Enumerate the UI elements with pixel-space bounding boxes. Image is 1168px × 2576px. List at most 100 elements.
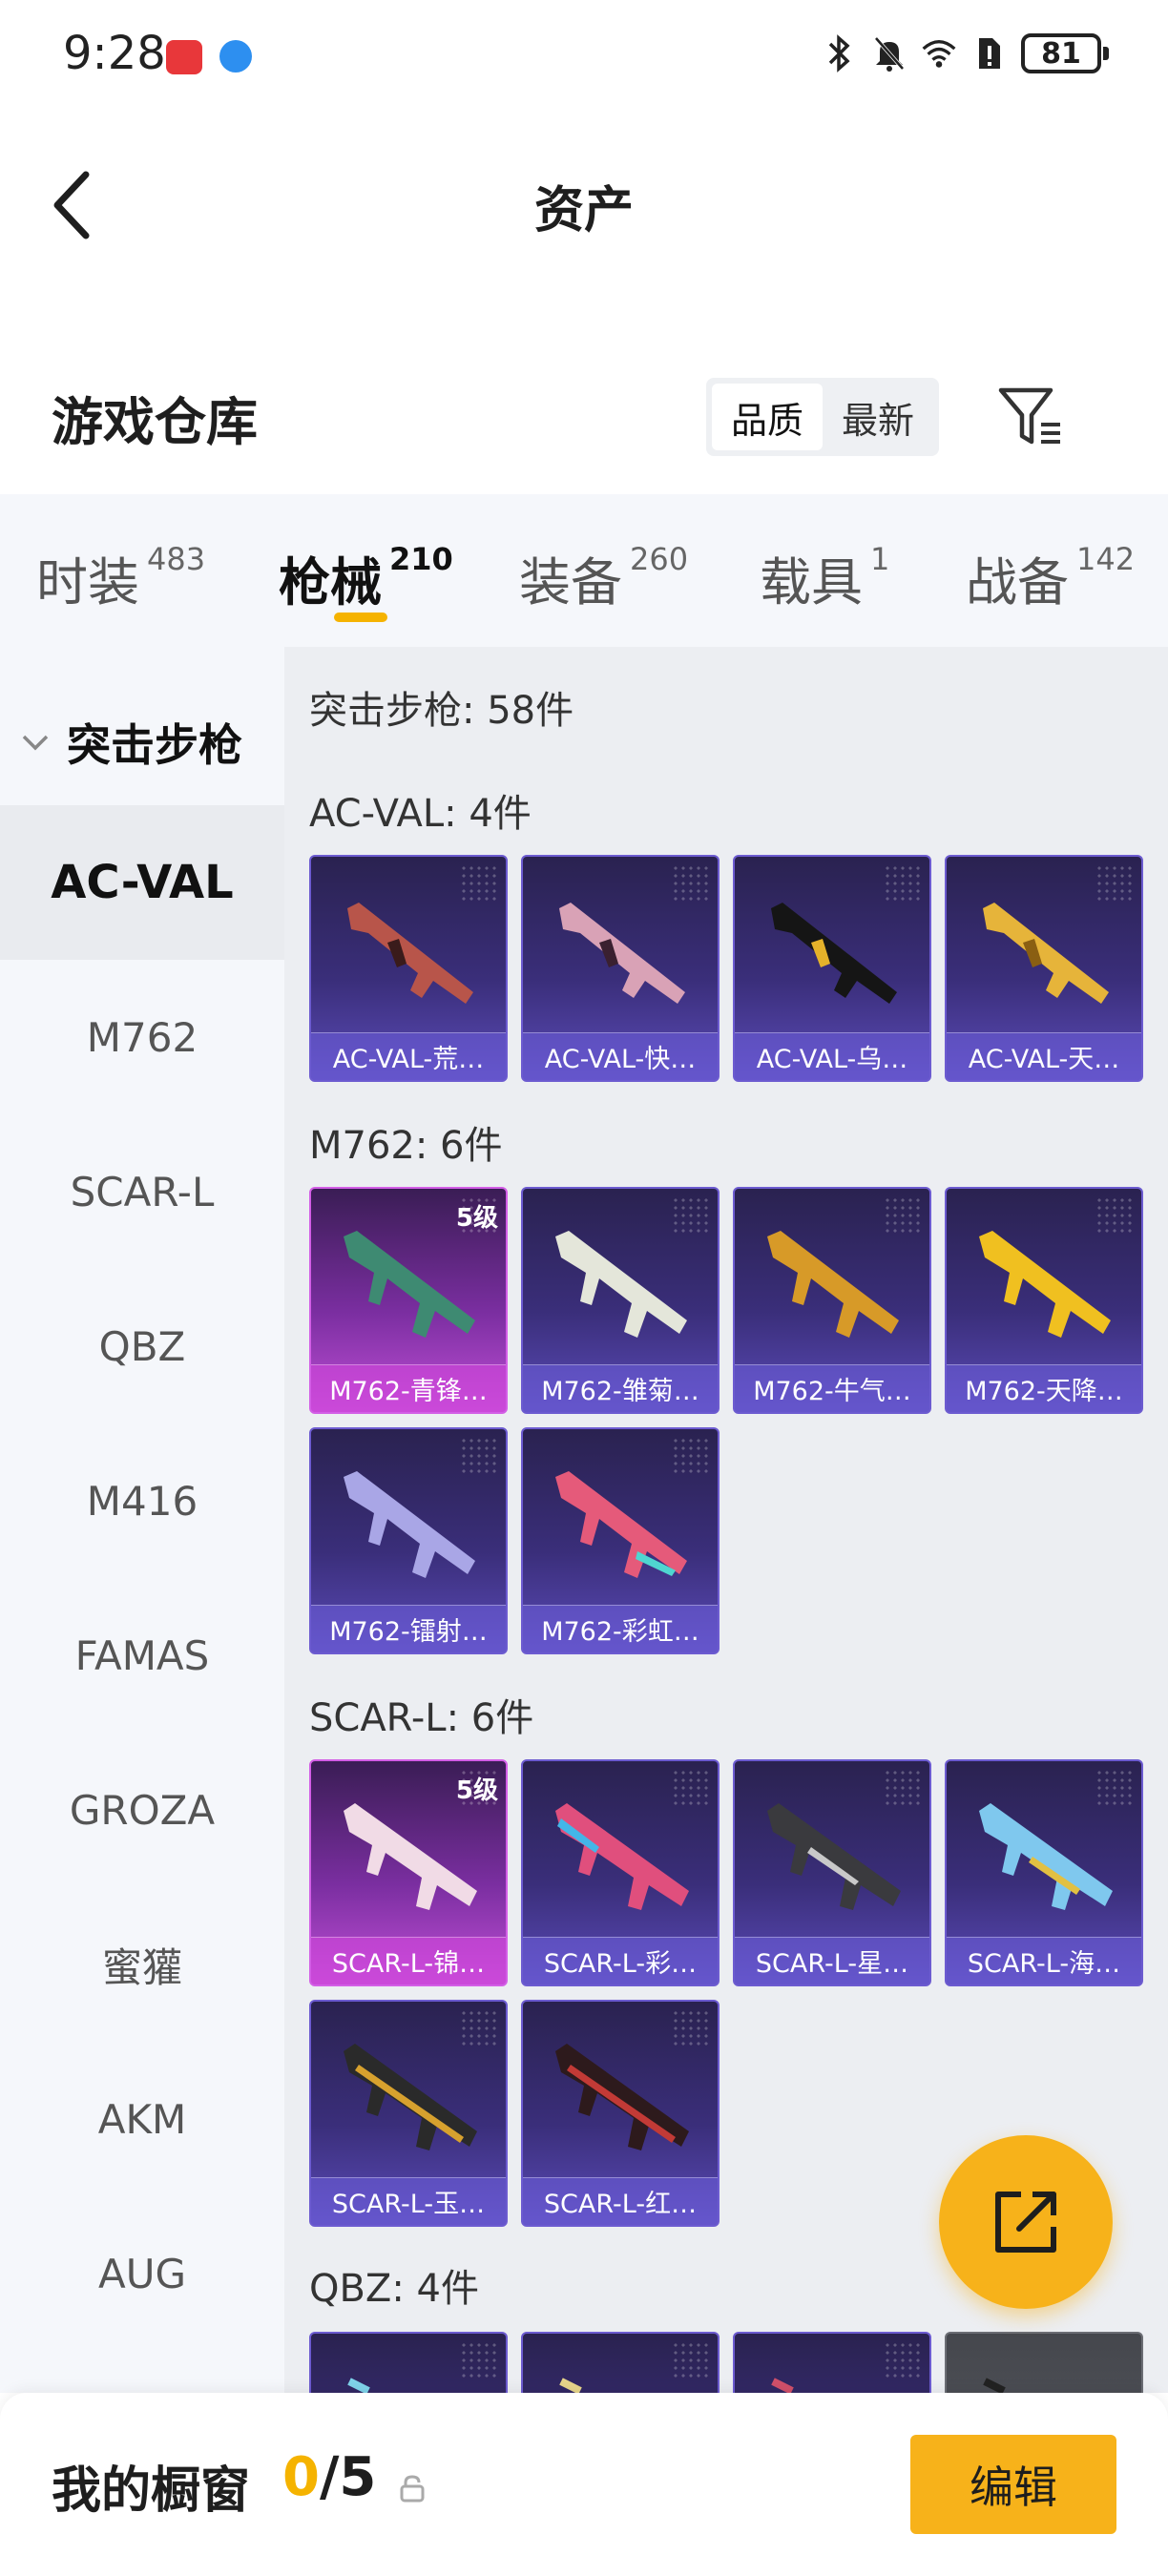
- sidebar-category-assault-rifle[interactable]: 突击步枪: [0, 695, 284, 790]
- sidebar-item-aug[interactable]: AUG: [0, 2196, 284, 2351]
- sidebar-item-akm[interactable]: AKM: [0, 2042, 284, 2196]
- weapon-card[interactable]: AC-VAL-荒…: [309, 855, 508, 1082]
- rifle-icon: [767, 1231, 899, 1338]
- weapon-card-name: AC-VAL-荒…: [311, 1032, 506, 1080]
- sidebar-item-m762[interactable]: M762: [0, 960, 284, 1114]
- rifle-icon: [344, 1231, 475, 1338]
- weapon-card[interactable]: [309, 2332, 508, 2393]
- weapon-card-name: SCAR-L-星…: [735, 1937, 929, 1984]
- weapon-card-name: SCAR-L-锦…: [311, 1937, 506, 1984]
- weapon-card[interactable]: AC-VAL-天…: [945, 855, 1143, 1082]
- sort-by-newest-button[interactable]: 最新: [823, 384, 933, 450]
- rifle-icon: [555, 1803, 689, 1910]
- status-bar: 9:28 81: [0, 0, 1168, 113]
- tab-count: 210: [389, 541, 453, 577]
- sidebar-item-famas[interactable]: FAMAS: [0, 1578, 284, 1733]
- rifle-icon: [555, 1231, 687, 1338]
- mute-bell-icon: [872, 32, 907, 74]
- alert-sim-icon: [971, 32, 1006, 74]
- rifle-icon: [347, 2378, 370, 2393]
- weapon-card[interactable]: M762-牛气…: [733, 1187, 931, 1414]
- weapon-card[interactable]: M762-雏菊…: [521, 1187, 720, 1414]
- rifle-icon: [559, 2378, 582, 2393]
- rifle-icon: [559, 903, 685, 1004]
- weapon-card[interactable]: SCAR-L-玉…: [309, 2000, 508, 2227]
- weapon-card-name: SCAR-L-红…: [523, 2177, 718, 2225]
- rifle-icon: [555, 1471, 687, 1578]
- tab-count: 260: [630, 541, 689, 577]
- rifle-icon: [771, 2378, 794, 2393]
- weapon-card[interactable]: SCAR-L-海…: [945, 1759, 1143, 1986]
- share-button[interactable]: [939, 2135, 1113, 2309]
- tab-battle-gear[interactable]: 战备 142: [966, 540, 1135, 615]
- weapon-level-badge: 5级: [455, 1776, 498, 1805]
- filter-button[interactable]: [992, 380, 1069, 456]
- lock-icon: [400, 2475, 425, 2503]
- weapon-card[interactable]: [733, 2332, 931, 2393]
- rifle-icon: [983, 903, 1109, 1004]
- external-link-icon: [995, 2192, 1056, 2253]
- weapon-card[interactable]: SCAR-L-彩…: [521, 1759, 720, 1986]
- weapon-card[interactable]: M762-镭射…: [309, 1427, 508, 1654]
- weapon-card[interactable]: SCAR-L-红…: [521, 2000, 720, 2227]
- rifle-icon: [771, 903, 897, 1004]
- showcase-bar: 我的橱窗 0/5 编辑: [0, 2393, 1168, 2576]
- huawei-app-icon: [166, 40, 202, 74]
- sidebar-category-label: 突击步枪: [67, 719, 242, 771]
- weapon-card[interactable]: 5级 SCAR-L-锦…: [309, 1759, 508, 1986]
- active-tab-indicator: [334, 613, 387, 622]
- weapon-card[interactable]: SCAR-L-星…: [733, 1759, 931, 1986]
- rifle-icon: [344, 2044, 477, 2150]
- group-label-qbz: QBZ: 4件: [309, 2267, 479, 2311]
- tab-equipment[interactable]: 装备 260: [519, 540, 688, 615]
- rifle-icon: [344, 1803, 477, 1910]
- weapon-card-name: SCAR-L-玉…: [311, 2177, 506, 2225]
- category-tabs: 时装 483 枪械 210 装备 260 载具 1 战备 142: [0, 494, 1168, 647]
- warehouse-title: 游戏仓库: [52, 392, 258, 452]
- sidebar-item-groza[interactable]: GROZA: [0, 1733, 284, 1887]
- status-time: 9:28: [63, 27, 166, 80]
- weapon-card-name: SCAR-L-彩…: [523, 1937, 718, 1984]
- weapon-card[interactable]: AC-VAL-乌…: [733, 855, 931, 1082]
- edit-button[interactable]: 编辑: [910, 2435, 1116, 2534]
- showcase-count: 0/5: [282, 2446, 377, 2508]
- group-label-acval: AC-VAL: 4件: [309, 792, 532, 836]
- weapon-card-name: M762-牛气…: [735, 1364, 929, 1412]
- weapon-card[interactable]: M762-彩虹…: [521, 1427, 720, 1654]
- showcase-label: 我的橱窗: [52, 2462, 251, 2520]
- weapon-card[interactable]: [521, 2332, 720, 2393]
- weapon-card-name: AC-VAL-天…: [947, 1032, 1141, 1080]
- weapon-card-name: AC-VAL-乌…: [735, 1032, 929, 1080]
- rifle-icon: [347, 903, 473, 1004]
- sidebar-item-qbz[interactable]: QBZ: [0, 1269, 284, 1423]
- sidebar-item-m416[interactable]: M416: [0, 1423, 284, 1578]
- tab-vehicles[interactable]: 载具 1: [760, 540, 889, 615]
- weapon-card-name: M762-雏菊…: [523, 1364, 718, 1412]
- sort-by-quality-button[interactable]: 品质: [712, 384, 823, 450]
- chevron-down-icon: [21, 725, 55, 759]
- weapon-card[interactable]: [945, 2332, 1143, 2393]
- tab-count: 483: [147, 541, 206, 577]
- weapon-card-name: M762-青锋…: [311, 1364, 506, 1412]
- tab-count: 142: [1076, 541, 1136, 577]
- bluetooth-icon: [823, 32, 857, 74]
- sidebar-item-acval[interactable]: AC-VAL: [0, 805, 284, 960]
- weapon-card[interactable]: 5级 M762-青锋…: [309, 1187, 508, 1414]
- weapon-sidebar: 突击步枪 AC-VAL M762 SCAR-L QBZ M416 FAMAS G…: [0, 647, 284, 2393]
- rifle-icon: [555, 2044, 689, 2150]
- rifle-icon: [344, 1471, 475, 1578]
- rifle-icon: [983, 2378, 1006, 2393]
- tab-fashion[interactable]: 时装 483: [36, 540, 205, 615]
- weapon-grid: 突击步枪: 58件 AC-VAL: 4件 AC-VAL-荒… AC-VAL-快……: [284, 647, 1168, 2393]
- group-label-m762: M762: 6件: [309, 1124, 503, 1168]
- sidebar-item-honey-badger[interactable]: 蜜獾: [0, 1887, 284, 2042]
- weapon-card[interactable]: AC-VAL-快…: [521, 855, 720, 1082]
- weapon-card-name: SCAR-L-海…: [947, 1937, 1141, 1984]
- page-title: 资产: [533, 182, 634, 239]
- weapon-card[interactable]: M762-天降…: [945, 1187, 1143, 1414]
- sidebar-item-scarl[interactable]: SCAR-L: [0, 1114, 284, 1269]
- filter-icon: [998, 387, 1060, 445]
- tab-guns[interactable]: 枪械 210: [279, 540, 453, 615]
- group-label-scarl: SCAR-L: 6件: [309, 1696, 534, 1740]
- tab-count: 1: [870, 541, 890, 577]
